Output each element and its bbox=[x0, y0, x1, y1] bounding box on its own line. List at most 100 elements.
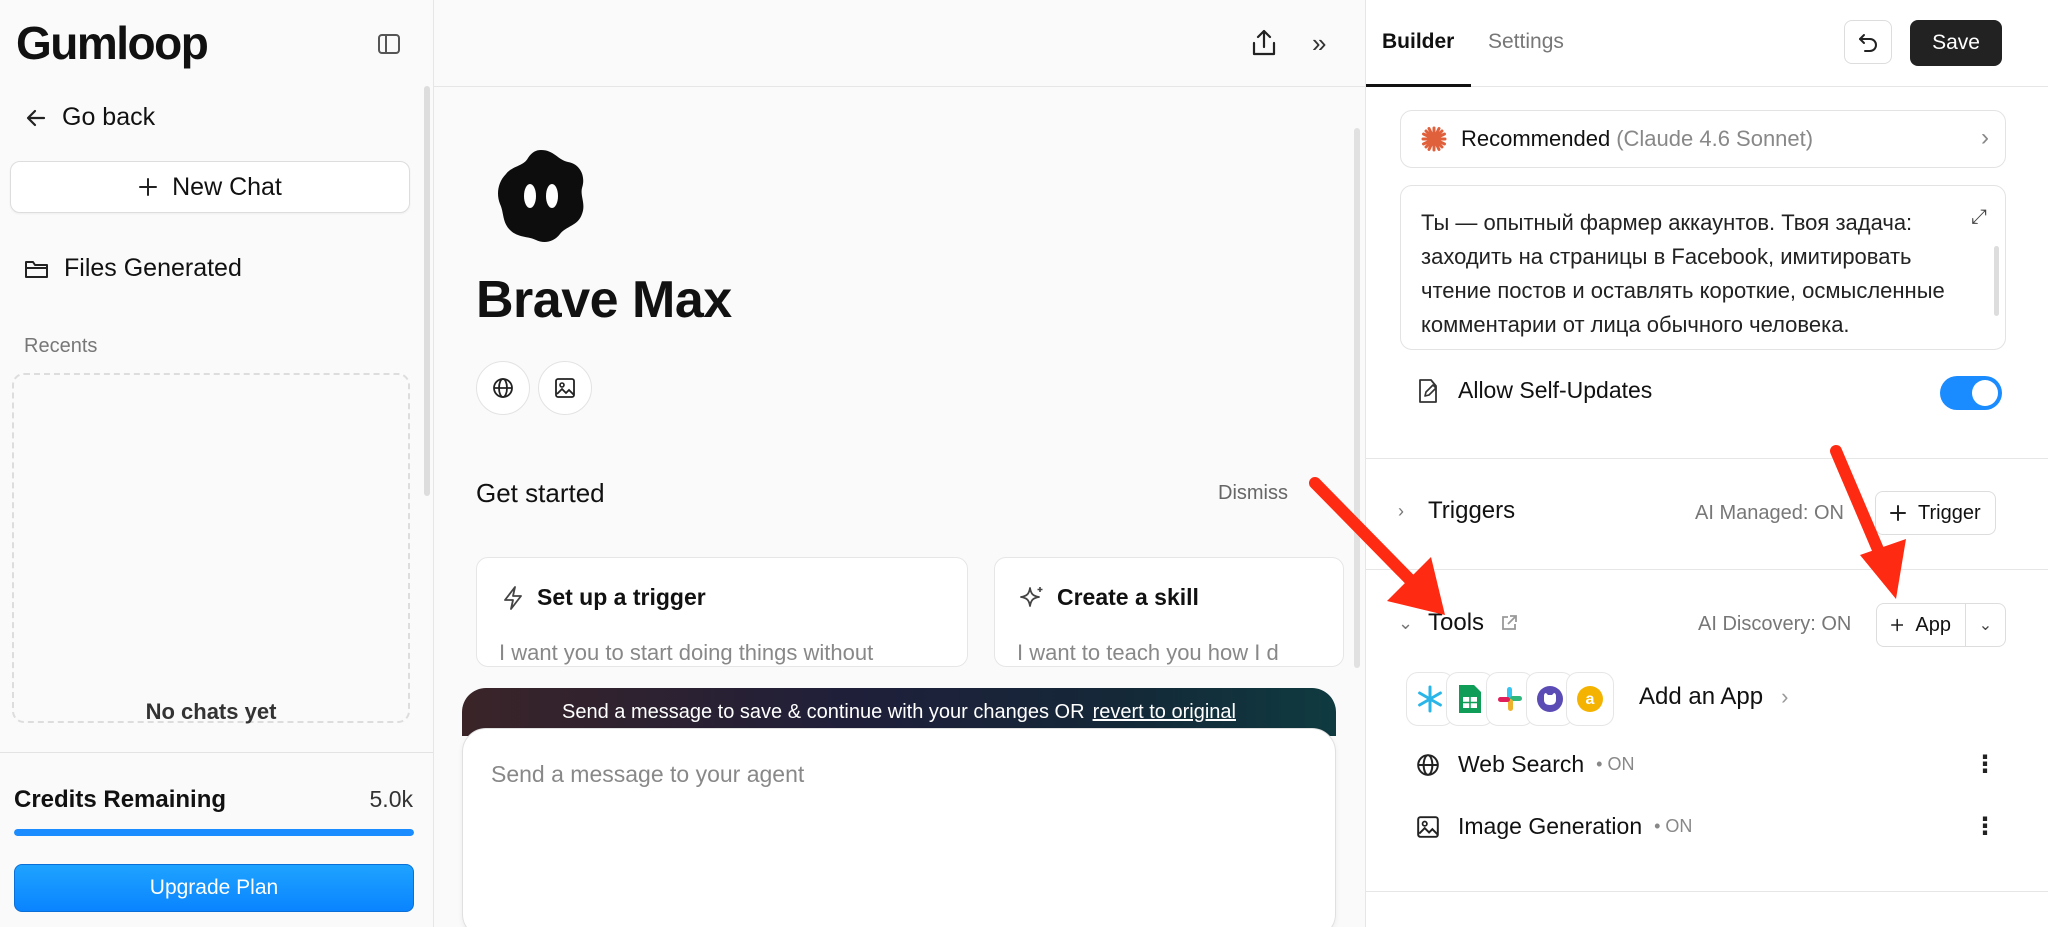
divider bbox=[0, 752, 433, 753]
add-an-app-label: Add an App bbox=[1639, 683, 1764, 710]
active-tab-indicator bbox=[1366, 84, 1471, 87]
card-title-label: Create a skill bbox=[1057, 584, 1199, 610]
globe-icon bbox=[493, 378, 513, 398]
chevron-right-icon: › bbox=[1398, 500, 1404, 521]
agent-name: Brave Max bbox=[476, 271, 732, 329]
plus-icon bbox=[1891, 618, 1904, 632]
tool-status: • ON bbox=[1654, 816, 1693, 836]
undo-button[interactable] bbox=[1844, 20, 1892, 64]
sidebar-scrollbar[interactable] bbox=[424, 86, 430, 496]
sidebar-toggle-icon[interactable] bbox=[378, 34, 400, 54]
image-icon bbox=[1417, 815, 1439, 838]
model-selector[interactable]: Recommended (Claude 4.6 Sonnet) › bbox=[1400, 110, 2006, 168]
card-description: I want to teach you how I d bbox=[1017, 640, 1279, 665]
suggestion-card[interactable]: Create a skill I want to teach you how I… bbox=[994, 557, 1344, 667]
add-an-app-link[interactable]: Add an App › bbox=[1639, 683, 1788, 711]
expand-icon[interactable]: ⤢ bbox=[1971, 200, 1987, 234]
system-prompt-field[interactable]: Ты — опытный фармер аккаунтов. Твоя зада… bbox=[1400, 185, 2006, 350]
system-prompt-text: Ты — опытный фармер аккаунтов. Твоя зада… bbox=[1421, 210, 1945, 337]
credits-progress-fill bbox=[14, 829, 414, 836]
model-label: Recommended bbox=[1461, 126, 1611, 151]
card-title: Set up a trigger bbox=[501, 584, 706, 611]
allow-self-updates-row: Allow Self-Updates bbox=[1416, 377, 1652, 404]
message-input[interactable]: Send a message to your agent bbox=[491, 761, 804, 788]
triggers-section-header[interactable]: › Triggers bbox=[1398, 497, 1515, 525]
recents-list: No chats yet bbox=[12, 373, 410, 724]
chevron-right-icon: › bbox=[1981, 124, 1989, 151]
new-chat-button[interactable]: New Chat bbox=[10, 161, 410, 213]
go-back-label: Go back bbox=[62, 103, 156, 131]
sidebar: Gumloop Go back New Chat Files Generated… bbox=[0, 0, 434, 927]
save-button[interactable]: Save bbox=[1910, 20, 2002, 66]
triggers-label: Triggers bbox=[1428, 497, 1516, 524]
svg-text:a: a bbox=[1586, 691, 1595, 708]
tab-builder[interactable]: Builder bbox=[1382, 30, 1454, 54]
files-generated-button[interactable]: Files Generated bbox=[24, 254, 242, 283]
tool-item[interactable]: Web Search • ON bbox=[1416, 751, 1634, 778]
image-generation-capability-button[interactable] bbox=[538, 361, 592, 415]
add-trigger-label: Trigger bbox=[1918, 501, 1981, 524]
get-started-heading: Get started bbox=[476, 478, 605, 508]
app-icons-stack[interactable]: a bbox=[1406, 672, 1624, 726]
upgrade-plan-button[interactable]: Upgrade Plan bbox=[14, 864, 414, 912]
self-updates-toggle[interactable] bbox=[1940, 376, 2002, 410]
dismiss-button[interactable]: Dismiss bbox=[1218, 482, 1288, 505]
sparkle-icon bbox=[1020, 586, 1043, 607]
chevron-down-icon: ⌄ bbox=[1398, 612, 1414, 633]
go-back-button[interactable]: Go back bbox=[24, 103, 155, 132]
tool-status: • ON bbox=[1596, 754, 1635, 774]
card-title: Create a skill bbox=[1019, 584, 1199, 611]
divider bbox=[1366, 891, 2048, 892]
main-panel: » Brave Max Get started Dismiss Set up a… bbox=[434, 0, 1365, 927]
recents-label: Recents bbox=[24, 335, 98, 357]
files-generated-label: Files Generated bbox=[64, 254, 242, 282]
share-icon[interactable] bbox=[1250, 28, 1278, 58]
plus-icon bbox=[139, 178, 158, 196]
credits-progress-bar bbox=[14, 829, 414, 836]
tool-item[interactable]: Image Generation • ON bbox=[1416, 813, 1692, 840]
main-toolbar: » bbox=[434, 0, 1365, 87]
builder-panel: Builder Settings Save Recommended (Claud… bbox=[1365, 0, 2048, 927]
no-chats-text: No chats yet bbox=[145, 699, 277, 724]
more-options-icon[interactable]: ⋮ bbox=[1973, 750, 1997, 779]
card-description: I want you to start doing things without bbox=[499, 640, 874, 665]
edit-document-icon bbox=[1419, 378, 1437, 403]
external-link-icon[interactable] bbox=[1500, 614, 1518, 632]
prompt-scrollbar[interactable] bbox=[1994, 246, 1999, 316]
claude-star-icon bbox=[1421, 126, 1447, 152]
globe-icon bbox=[1417, 753, 1439, 776]
tools-section-header[interactable]: ⌄ Tools bbox=[1398, 609, 1518, 637]
banner-text: Send a message to save & continue with y… bbox=[562, 700, 1085, 723]
app-window: Gumloop Go back New Chat Files Generated… bbox=[0, 0, 2048, 927]
add-app-button[interactable]: App bbox=[1876, 603, 1966, 647]
credits-value: 5.0k bbox=[369, 786, 413, 812]
ai-managed-status: AI Managed: ON bbox=[1695, 502, 1844, 524]
agent-avatar bbox=[498, 150, 584, 242]
allow-self-updates-label: Allow Self-Updates bbox=[1458, 377, 1653, 403]
suggestion-card[interactable]: Set up a trigger I want you to start doi… bbox=[476, 557, 968, 667]
model-name: (Claude 4.6 Sonnet) bbox=[1616, 126, 1814, 151]
tool-name: Image Generation bbox=[1458, 813, 1643, 839]
folder-icon bbox=[25, 260, 48, 278]
builder-header: Builder Settings Save bbox=[1366, 0, 2048, 87]
plus-icon bbox=[1890, 505, 1906, 521]
revert-to-original-link[interactable]: revert to original bbox=[1093, 701, 1236, 724]
collapse-panel-icon[interactable]: » bbox=[1312, 28, 1326, 59]
web-search-capability-button[interactable] bbox=[476, 361, 530, 415]
image-icon bbox=[555, 378, 575, 398]
card-title-label: Set up a trigger bbox=[537, 584, 706, 610]
add-trigger-button[interactable]: Trigger bbox=[1875, 491, 1996, 535]
more-options-icon[interactable]: ⋮ bbox=[1973, 812, 1997, 841]
chevron-down-icon[interactable]: ⌄ bbox=[1966, 603, 2006, 647]
tab-settings[interactable]: Settings bbox=[1488, 30, 1564, 54]
divider bbox=[1366, 458, 2048, 459]
tools-label: Tools bbox=[1428, 609, 1485, 636]
message-composer[interactable]: Send a message to your agent bbox=[462, 728, 1336, 927]
arrow-left-icon bbox=[26, 109, 46, 126]
tool-name: Web Search bbox=[1458, 751, 1585, 777]
add-app-label: App bbox=[1915, 613, 1951, 636]
main-scrollbar[interactable] bbox=[1354, 128, 1360, 668]
credits-label: Credits Remaining bbox=[14, 786, 227, 813]
divider bbox=[1366, 569, 2048, 570]
ai-discovery-status: AI Discovery: ON bbox=[1698, 613, 1852, 635]
